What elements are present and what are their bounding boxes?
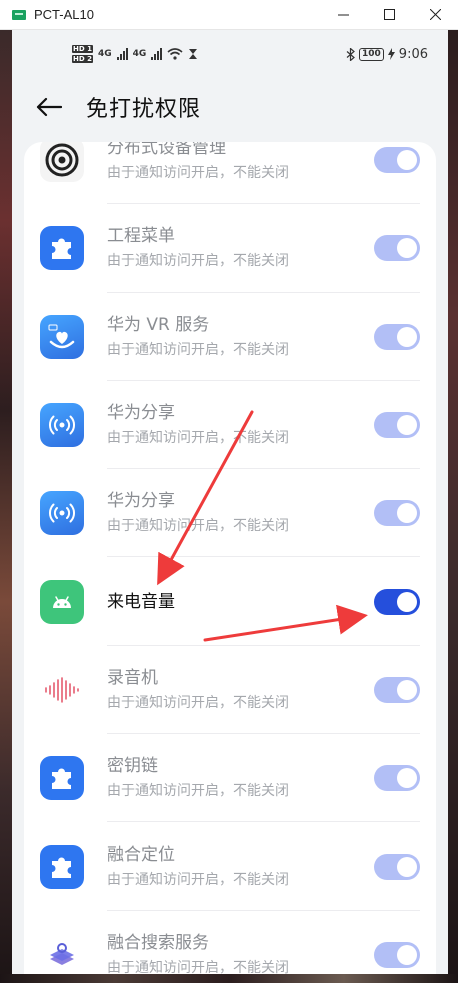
waveform-icon bbox=[40, 668, 84, 712]
list-item-text: 融合定位 由于通知访问开启，不能关闭 bbox=[107, 844, 356, 890]
wifi-icon bbox=[167, 48, 183, 60]
list-item[interactable]: 华为分享 由于通知访问开启，不能关闭 bbox=[24, 469, 436, 558]
battery-level: 100 bbox=[359, 47, 384, 61]
page-title: 免打扰权限 bbox=[86, 97, 202, 122]
vr-hand-icon bbox=[40, 314, 84, 359]
clock-time: 9:06 bbox=[398, 46, 428, 62]
list-item-subtitle: 由于通知访问开启，不能关闭 bbox=[107, 694, 289, 711]
list-item-title: 分布式设备管理 bbox=[107, 142, 226, 159]
minimize-icon bbox=[337, 14, 349, 16]
network1-label: 4G bbox=[97, 49, 112, 59]
status-right: 100 9:06 bbox=[346, 47, 428, 62]
list-item[interactable]: 华为分享 由于通知访问开启，不能关闭 bbox=[24, 381, 436, 470]
permission-toggle[interactable] bbox=[374, 676, 420, 703]
list-item[interactable]: 融合搜索服务 由于通知访问开启，不能关闭 bbox=[24, 911, 436, 974]
permission-toggle[interactable] bbox=[374, 853, 420, 880]
list-item-title: 华为分享 bbox=[107, 491, 175, 512]
permission-toggle[interactable] bbox=[374, 235, 420, 262]
bluetooth-icon bbox=[346, 47, 355, 61]
back-button[interactable] bbox=[36, 90, 70, 124]
maximize-button[interactable] bbox=[366, 0, 412, 30]
signal2-icon bbox=[151, 48, 163, 60]
list-item-title: 工程菜单 bbox=[107, 226, 175, 247]
list-item[interactable]: 分布式设备管理 由于通知访问开启，不能关闭 bbox=[24, 142, 436, 205]
list-item-title: 录音机 bbox=[107, 667, 158, 688]
permission-list-card: 分布式设备管理 由于通知访问开启，不能关闭 工程菜单 由于通知访问开启，不能关闭… bbox=[24, 142, 436, 974]
status-bar: HD 1 HD 2 4G 4G 100 9:06 bbox=[12, 30, 448, 78]
search-layers-icon bbox=[40, 933, 84, 974]
list-item-title: 融合搜索服务 bbox=[107, 932, 209, 953]
window-title: PCT-AL10 bbox=[34, 7, 94, 22]
share-signal-icon bbox=[40, 403, 84, 448]
list-item[interactable]: 工程菜单 由于通知访问开启，不能关闭 bbox=[24, 204, 436, 293]
hd-badges: HD 1 HD 2 bbox=[72, 45, 93, 63]
list-item-subtitle: 由于通知访问开启，不能关闭 bbox=[107, 165, 289, 182]
incoming-call-volume-toggle[interactable] bbox=[374, 588, 420, 615]
permission-toggle[interactable] bbox=[374, 500, 420, 527]
network2-label: 4G bbox=[132, 49, 147, 59]
wallpaper-left bbox=[0, 30, 12, 983]
list-item-text: 工程菜单 由于通知访问开启，不能关闭 bbox=[107, 225, 356, 271]
list-item-text: 录音机 由于通知访问开启，不能关闭 bbox=[107, 667, 356, 713]
list-item-subtitle: 由于通知访问开启，不能关闭 bbox=[107, 341, 289, 358]
list-item-title: 密钥链 bbox=[107, 756, 158, 777]
phone-screen: HD 1 HD 2 4G 4G 100 9:06 免打扰权限 分布式设备管理 由… bbox=[12, 30, 448, 974]
window-titlebar: PCT-AL10 bbox=[0, 0, 458, 30]
minimize-button[interactable] bbox=[320, 0, 366, 30]
list-item-title: 华为分享 bbox=[107, 403, 175, 424]
hourglass-icon bbox=[189, 49, 198, 59]
back-arrow-icon bbox=[36, 97, 62, 117]
hd1-badge: HD 1 bbox=[72, 45, 93, 53]
page-header: 免打扰权限 bbox=[12, 78, 448, 136]
list-item-text: 华为分享 由于通知访问开启，不能关闭 bbox=[107, 402, 356, 448]
signal-group: HD 1 HD 2 4G 4G bbox=[72, 45, 198, 63]
list-item-text: 密钥链 由于通知访问开启，不能关闭 bbox=[107, 755, 356, 801]
close-button[interactable] bbox=[412, 0, 458, 30]
list-item-subtitle: 由于通知访问开启，不能关闭 bbox=[107, 253, 289, 270]
permission-toggle[interactable] bbox=[374, 765, 420, 792]
charging-icon bbox=[387, 48, 395, 60]
android-icon bbox=[40, 579, 84, 624]
window-controls bbox=[320, 0, 458, 30]
signal1-icon bbox=[116, 48, 128, 60]
permission-toggle[interactable] bbox=[374, 941, 420, 968]
list-item-subtitle: 由于通知访问开启，不能关闭 bbox=[107, 959, 289, 974]
share-signal-icon bbox=[40, 491, 84, 536]
list-item-title: 来电音量 bbox=[107, 591, 175, 612]
permission-toggle[interactable] bbox=[374, 412, 420, 439]
permission-list: 分布式设备管理 由于通知访问开启，不能关闭 工程菜单 由于通知访问开启，不能关闭… bbox=[24, 142, 436, 974]
list-item-subtitle: 由于通知访问开启，不能关闭 bbox=[107, 518, 289, 535]
hd2-badge: HD 2 bbox=[72, 55, 93, 63]
maximize-icon bbox=[383, 9, 395, 20]
wallpaper-right bbox=[448, 30, 458, 983]
distributed-device-icon bbox=[40, 142, 84, 183]
list-item[interactable]: 融合定位 由于通知访问开启，不能关闭 bbox=[24, 822, 436, 911]
list-item-title: 华为 VR 服务 bbox=[107, 314, 210, 335]
puzzle-icon bbox=[40, 756, 84, 801]
close-icon bbox=[429, 9, 441, 20]
list-item-text: 华为 VR 服务 由于通知访问开启，不能关闭 bbox=[107, 314, 356, 360]
list-item-incoming-call-volume[interactable]: 来电音量 bbox=[24, 557, 436, 646]
list-item[interactable]: 华为 VR 服务 由于通知访问开启，不能关闭 bbox=[24, 293, 436, 381]
list-item-text: 来电音量 bbox=[107, 591, 356, 613]
puzzle-icon bbox=[40, 844, 84, 889]
list-item-subtitle: 由于通知访问开启，不能关闭 bbox=[107, 430, 289, 447]
list-item-text: 融合搜索服务 由于通知访问开启，不能关闭 bbox=[107, 932, 356, 974]
list-item-text: 华为分享 由于通知访问开启，不能关闭 bbox=[107, 490, 356, 536]
list-item[interactable]: 密钥链 由于通知访问开启，不能关闭 bbox=[24, 734, 436, 823]
list-item-subtitle: 由于通知访问开启，不能关闭 bbox=[107, 783, 289, 800]
list-item-text: 分布式设备管理 由于通知访问开启，不能关闭 bbox=[107, 142, 356, 183]
list-item-title: 融合定位 bbox=[107, 844, 175, 865]
permission-toggle[interactable] bbox=[374, 147, 420, 174]
list-item-subtitle: 由于通知访问开启，不能关闭 bbox=[107, 871, 289, 888]
list-item[interactable]: 录音机 由于通知访问开启，不能关闭 bbox=[24, 646, 436, 735]
puzzle-icon bbox=[40, 226, 84, 271]
app-window-icon bbox=[12, 9, 26, 20]
permission-toggle[interactable] bbox=[374, 323, 420, 350]
wallpaper-bottom bbox=[0, 974, 458, 983]
